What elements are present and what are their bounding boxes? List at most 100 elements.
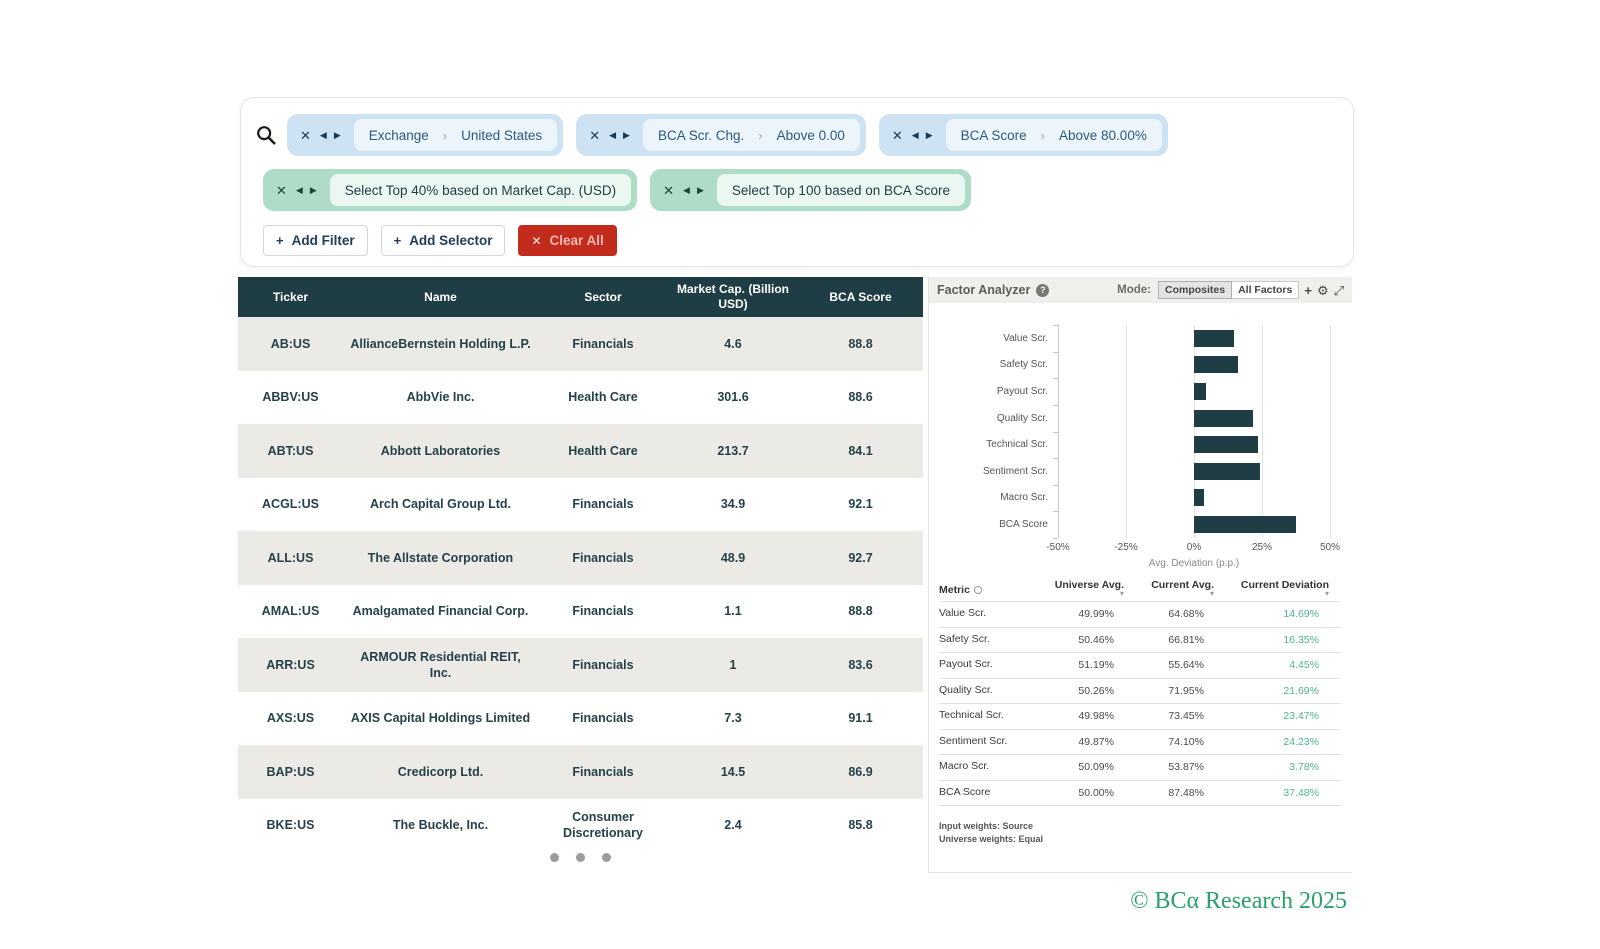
pagination-dot[interactable] (602, 853, 611, 862)
move-left-icon[interactable]: ◀ (683, 186, 690, 195)
filter-pill: ✕ ◀ ▶ BCA Score›Above 80.00% (879, 114, 1168, 156)
table-row[interactable]: AMAL:USAmalgamated Financial Corp.Financ… (238, 585, 923, 639)
filter-field: BCA Scr. Chg. (658, 128, 744, 143)
sort-icon: ▾ (1325, 591, 1329, 596)
pagination-dot[interactable] (576, 853, 585, 862)
metrics-row: Technical Scr.49.98%73.45%23.47% (939, 703, 1341, 729)
cell: Financials (538, 706, 668, 730)
metric-name: Value Scr. (939, 607, 1019, 621)
remove-filter-icon[interactable]: ✕ (892, 129, 903, 142)
table-row[interactable]: ACGL:USArch Capital Group Ltd.Financials… (238, 478, 923, 532)
current-deviation-value: 37.48% (1204, 787, 1319, 799)
filter-pill: ✕ ◀ ▶ BCA Scr. Chg.›Above 0.00 (576, 114, 866, 156)
cell: Financials (538, 599, 668, 623)
metric-header-label: Metric (939, 584, 970, 596)
universe-avg-value: 50.46% (1029, 634, 1114, 646)
chart-row: Payout Scr. (929, 378, 1330, 405)
table-row[interactable]: BAP:USCredicorp Ltd.Financials14.586.9 (238, 745, 923, 799)
column-header[interactable]: BCA Score (798, 290, 923, 305)
pagination-dot[interactable] (550, 853, 559, 862)
help-icon[interactable]: ? (1036, 284, 1049, 297)
remove-selector-icon[interactable]: ✕ (663, 184, 674, 197)
remove-filter-icon[interactable]: ✕ (589, 129, 600, 142)
add-icon[interactable]: + (1304, 284, 1312, 297)
table-row[interactable]: ABT:USAbbott LaboratoriesHealth Care213.… (238, 424, 923, 478)
table-body: AB:USAllianceBernstein Holding L.P.Finan… (238, 317, 923, 852)
metrics-row: Payout Scr.51.19%55.64%4.45% (939, 652, 1341, 678)
panel-title: Factor Analyzer (937, 283, 1030, 297)
cell: ALL:US (238, 546, 343, 570)
axis-tick (1053, 538, 1058, 539)
cell: BAP:US (238, 760, 343, 784)
add-filter-label: Add Filter (292, 233, 355, 248)
current-avg-value: 71.95% (1114, 685, 1204, 697)
chart-bar-track (1058, 405, 1330, 432)
move-left-icon[interactable]: ◀ (609, 131, 616, 140)
filter-pill-body[interactable]: BCA Score›Above 80.00% (946, 119, 1162, 151)
metric-column-header[interactable]: Metric (939, 584, 1029, 596)
universe-avg-value: 50.26% (1029, 685, 1114, 697)
selector-pill-body[interactable]: Select Top 40% based on Market Cap. (USD… (330, 174, 631, 206)
mode-all-factors-button[interactable]: All Factors (1232, 281, 1299, 299)
cell: 86.9 (798, 760, 923, 784)
filter-pill-body[interactable]: Exchange›United States (354, 119, 557, 151)
column-header[interactable]: Ticker (238, 290, 343, 305)
table-row[interactable]: ALL:USThe Allstate CorporationFinancials… (238, 531, 923, 585)
move-left-icon[interactable]: ◀ (912, 131, 919, 140)
table-row[interactable]: ABBV:USAbbVie Inc.Health Care301.688.6 (238, 371, 923, 425)
cell: Financials (538, 332, 668, 356)
add-filter-button[interactable]: + Add Filter (263, 225, 368, 256)
filter-pill-body[interactable]: BCA Scr. Chg.›Above 0.00 (643, 119, 860, 151)
chart-category-label: Macro Scr. (929, 492, 1058, 503)
cell: ABBV:US (238, 385, 343, 409)
metrics-table: Metric Universe Avg.▾Current Avg.▾Current… (939, 579, 1341, 806)
mode-composites-button[interactable]: Composites (1158, 281, 1232, 299)
gear-icon[interactable]: ⚙ (1317, 284, 1329, 297)
cell: ABT:US (238, 439, 343, 463)
column-header[interactable]: Name (343, 290, 538, 305)
chart-x-axis: -50%-25%0%25%50% (1058, 542, 1330, 556)
move-right-icon[interactable]: ▶ (697, 186, 704, 195)
column-header[interactable]: Market Cap. (Billion USD) (668, 282, 798, 312)
chart-row: Value Scr. (929, 325, 1330, 352)
table-row[interactable]: BKE:USThe Buckle, Inc.Consumer Discretio… (238, 799, 923, 853)
clear-all-button[interactable]: ✕ Clear All (518, 225, 616, 256)
selector-pill-body[interactable]: Select Top 100 based on BCA Score (717, 174, 965, 206)
column-header[interactable]: Sector (538, 290, 668, 305)
mode-label: Mode: (1117, 284, 1151, 296)
remove-selector-icon[interactable]: ✕ (276, 184, 287, 197)
remove-filter-icon[interactable]: ✕ (300, 129, 311, 142)
chevron-right-icon: › (443, 128, 447, 143)
metric-column-header[interactable]: Current Deviation▾ (1214, 579, 1329, 596)
cell: 1.1 (668, 599, 798, 623)
table-row[interactable]: AB:USAllianceBernstein Holding L.P.Finan… (238, 317, 923, 371)
cell: 48.9 (668, 546, 798, 570)
move-left-icon[interactable]: ◀ (320, 131, 327, 140)
metric-column-header[interactable]: Universe Avg.▾ (1029, 579, 1124, 596)
x-tick-label: 25% (1252, 542, 1272, 553)
expand-icon[interactable]: ⤢ (1334, 284, 1344, 297)
move-left-icon[interactable]: ◀ (296, 186, 303, 195)
cell: 92.7 (798, 546, 923, 570)
universe-avg-value: 49.98% (1029, 710, 1114, 722)
table-row[interactable]: AXS:USAXIS Capital Holdings LimitedFinan… (238, 692, 923, 746)
current-avg-value: 53.87% (1114, 761, 1204, 773)
universe-avg-value: 49.87% (1029, 736, 1114, 748)
add-selector-button[interactable]: + Add Selector (381, 225, 506, 256)
move-right-icon[interactable]: ▶ (310, 186, 317, 195)
move-right-icon[interactable]: ▶ (334, 131, 341, 140)
cell: 88.6 (798, 385, 923, 409)
table-row[interactable]: ARR:USARMOUR Residential REIT, Inc.Finan… (238, 638, 923, 692)
move-right-icon[interactable]: ▶ (926, 131, 933, 140)
chart-x-axis-label: Avg. Deviation (p.p.) (1058, 558, 1330, 569)
chart-category-label: Payout Scr. (929, 386, 1058, 397)
metrics-table-body: Value Scr.49.99%64.68%14.69%Safety Scr.5… (939, 601, 1341, 806)
metric-column-header[interactable]: Current Avg.▾ (1124, 579, 1214, 596)
filter-value: Above 80.00% (1059, 128, 1147, 143)
move-right-icon[interactable]: ▶ (623, 131, 630, 140)
metric-name: Safety Scr. (939, 633, 1019, 647)
cell: BKE:US (238, 813, 343, 837)
cell: 7.3 (668, 706, 798, 730)
search-icon[interactable] (255, 124, 277, 146)
cell: AllianceBernstein Holding L.P. (343, 332, 538, 356)
